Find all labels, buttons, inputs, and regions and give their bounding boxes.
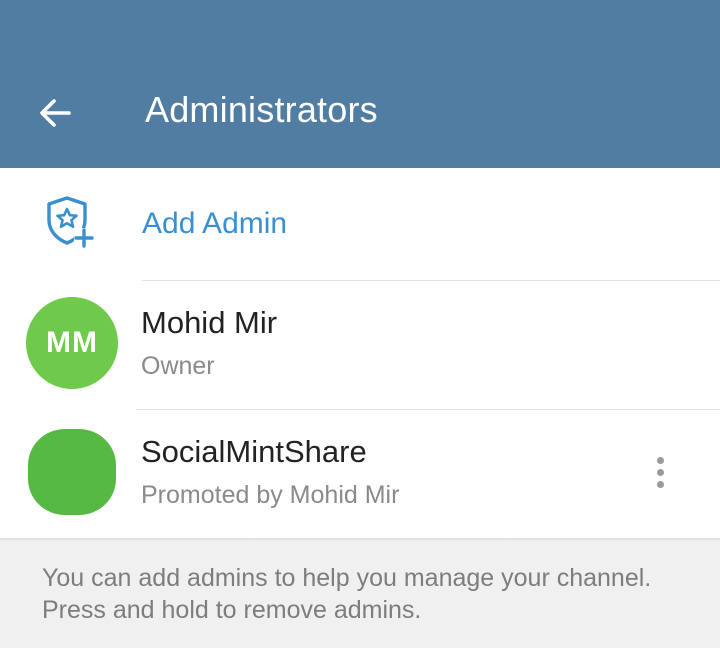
more-options-button[interactable] <box>642 444 678 500</box>
add-admin-label: Add Admin <box>142 207 288 240</box>
admin-row-owner[interactable]: MM Mohid Mir Owner <box>0 280 720 408</box>
more-vertical-icon <box>656 480 664 488</box>
add-admin-button[interactable]: Add Admin <box>0 168 720 280</box>
info-text: You can add admins to help you manage yo… <box>42 564 652 624</box>
admin-role: Promoted by Mohid Mir <box>141 481 400 509</box>
admin-row-socialmintshare[interactable]: SocialMintShare Promoted by Mohid Mir <box>0 410 720 538</box>
section-shadow <box>0 538 720 541</box>
admin-name: Mohid Mir <box>141 305 278 340</box>
avatar <box>28 429 116 515</box>
page-title: Administrators <box>145 89 378 130</box>
arrow-left-icon <box>40 99 71 127</box>
admin-name: SocialMintShare <box>141 434 367 469</box>
admin-role: Owner <box>141 352 215 380</box>
avatar: MM <box>26 297 118 389</box>
shield-star-plus-icon <box>47 196 94 248</box>
app-header: Administrators <box>0 0 720 168</box>
admin-list: Add Admin MM Mohid Mir Owner SocialMintS… <box>0 168 720 538</box>
back-button[interactable] <box>24 82 86 144</box>
more-vertical-icon <box>656 456 664 464</box>
more-vertical-icon <box>656 468 664 476</box>
